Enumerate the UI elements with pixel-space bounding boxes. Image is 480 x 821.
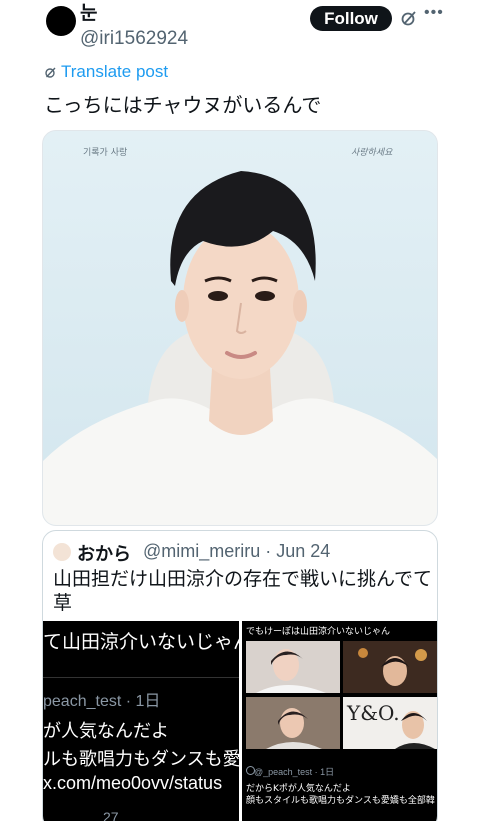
media-right-meta: @_peach_test · 1日 xyxy=(254,767,335,777)
quote-text: 山田担だけ山田涼介の存在で戦いに挑んでて草 xyxy=(53,568,433,614)
media-right-body2: 顔もスタイルも歌唱力もダンスも愛嬌も全部韓 xyxy=(246,796,435,806)
quote-handle-date: @mimi_meriru · Jun 24 xyxy=(143,541,331,561)
grok-icon[interactable] xyxy=(400,9,418,27)
quote-media-left[interactable]: て山田涼介いないじゃん peach_test · 1日 が人気なんだよ ルも歌唱… xyxy=(43,621,239,821)
photo-1 xyxy=(246,641,340,693)
quote-avatar[interactable] xyxy=(53,543,71,561)
media-left-line1: て山田涼介いないじゃん xyxy=(43,631,239,653)
photo-3 xyxy=(246,697,340,749)
post: 눈 @iri1562924 Follow ••• Translate post … xyxy=(0,0,480,821)
translate-label: Translate post xyxy=(61,62,169,81)
media-left-line5: x.com/meo0ovv/status xyxy=(43,773,223,793)
photo-text: Y&O. xyxy=(347,701,400,725)
more-options-icon[interactable]: ••• xyxy=(424,4,444,22)
post-text: こっちにはチャウヌがいるんで xyxy=(44,93,322,117)
grok-icon xyxy=(45,67,56,78)
portrait-illustration xyxy=(43,131,437,525)
signature-right: 사랑하세요 xyxy=(351,148,393,158)
quoted-post[interactable]: おから @mimi_meriru · Jun 24 山田担だけ山田涼介の存在で戦… xyxy=(42,530,438,821)
media-left-line2: peach_test · 1日 xyxy=(43,693,161,710)
media-left-line6: 27 xyxy=(103,809,119,821)
quote-media-right[interactable]: でもけーぽは山田涼介いないじゃん Y&O. @_peach_test · 1日 … xyxy=(242,621,437,821)
post-image[interactable]: 기록가 사랑 사랑하세요 xyxy=(42,130,438,526)
media-right-header: でもけーぽは山田涼介いないじゃん xyxy=(246,627,391,637)
follow-button[interactable]: Follow xyxy=(310,6,392,31)
quote-display-name[interactable]: おから xyxy=(77,540,131,566)
photo-2 xyxy=(343,641,437,693)
media-left-line4: ルも歌唱力もダンスも愛 xyxy=(43,749,239,770)
divider xyxy=(43,677,239,678)
display-name[interactable]: 눈 xyxy=(80,2,97,24)
media-left-line3: が人気なんだよ xyxy=(43,721,169,742)
user-handle[interactable]: @iri1562924 xyxy=(80,28,188,50)
signature-left: 기록가 사랑 xyxy=(83,148,128,158)
avatar[interactable] xyxy=(46,6,76,36)
photo-4: Y&O. xyxy=(343,697,437,749)
translate-post-link[interactable]: Translate post xyxy=(44,62,168,82)
